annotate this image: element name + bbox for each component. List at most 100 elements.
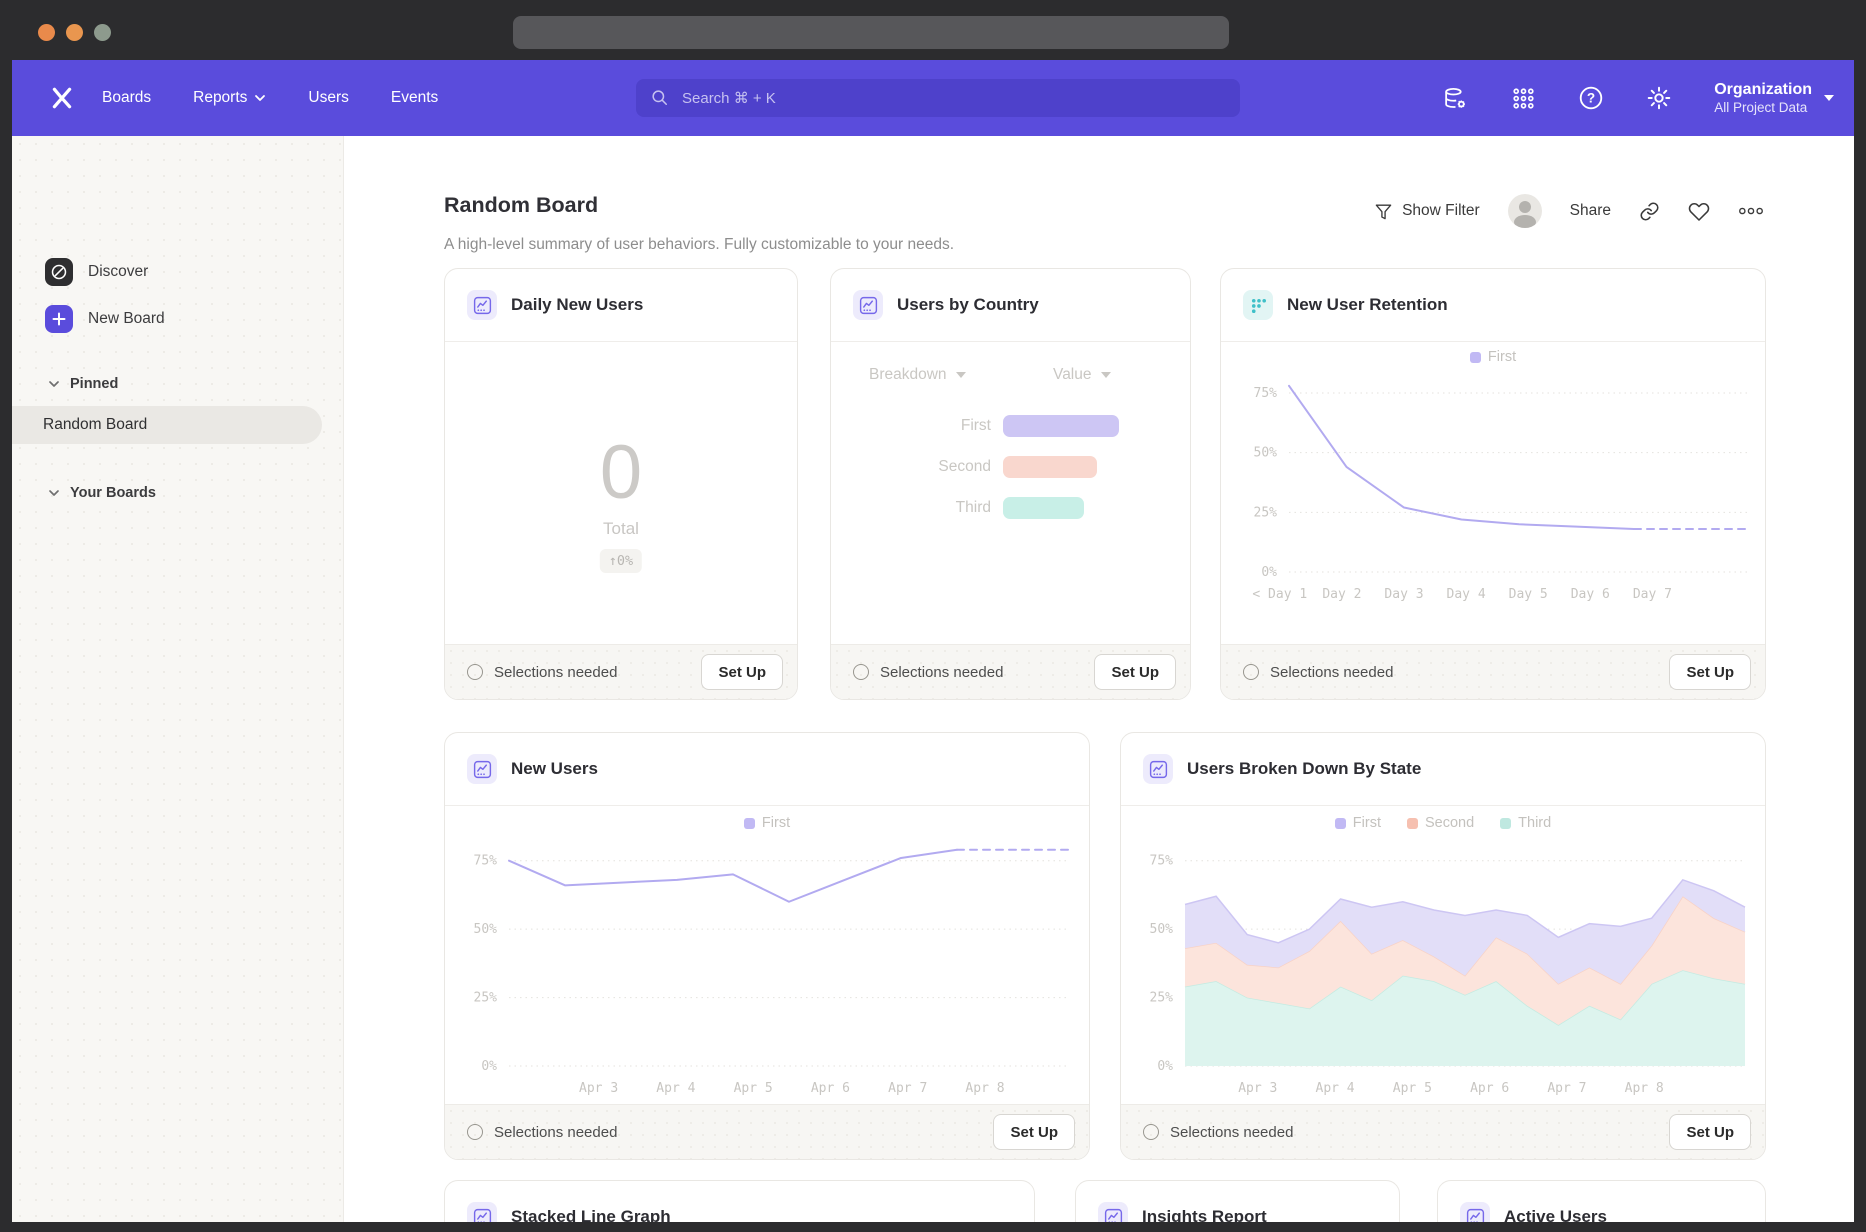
page-subtitle: A high-level summary of user behaviors. …: [444, 236, 954, 254]
nav-item-label: Boards: [102, 89, 151, 107]
global-search[interactable]: [636, 79, 1240, 117]
legend-label: Second: [1425, 815, 1474, 831]
card-title: Active Users: [1504, 1181, 1607, 1222]
svg-text:Day 6: Day 6: [1571, 587, 1610, 602]
svg-text:25%: 25%: [474, 991, 498, 1006]
data-management-icon[interactable]: [1442, 85, 1468, 111]
insights-chart-icon: [1143, 754, 1173, 784]
svg-text:Apr 6: Apr 6: [811, 1081, 850, 1096]
svg-text:0%: 0%: [481, 1059, 497, 1074]
bar-value: [1003, 456, 1097, 478]
avatar[interactable]: [1508, 194, 1542, 228]
card-title: Stacked Line Graph: [511, 1181, 671, 1222]
nav-menu: Boards Reports Users Events: [102, 60, 438, 136]
window-minimize-button[interactable]: [66, 24, 83, 41]
nav-item-reports[interactable]: Reports: [193, 89, 266, 107]
bar-row: Third: [831, 487, 1190, 528]
metric-value: 0: [445, 429, 797, 516]
window-close-button[interactable]: [38, 24, 55, 41]
nav-item-label: Reports: [193, 89, 247, 107]
apps-grid-icon[interactable]: [1510, 85, 1536, 111]
status-circle-icon: [467, 664, 483, 680]
retention-line-chart: 75%50%25%0%< Day 1Day 2Day 3Day 4Day 5Da…: [1221, 373, 1765, 646]
copy-link-button[interactable]: [1639, 201, 1660, 222]
state-stacked-area-chart: 75%50%25%0%Apr 3Apr 4Apr 5Apr 6Apr 7Apr …: [1121, 839, 1765, 1106]
sidebar-item-random-board[interactable]: Random Board: [12, 406, 322, 444]
setup-button[interactable]: Set Up: [701, 654, 783, 690]
setup-button[interactable]: Set Up: [1094, 654, 1176, 690]
organization-name: Organization: [1714, 80, 1812, 100]
chevron-down-icon: [1101, 372, 1111, 378]
legend-swatch-icon: [1500, 818, 1511, 829]
share-button[interactable]: Share: [1570, 202, 1611, 220]
legend-swatch-icon: [744, 818, 755, 829]
nav-item-events[interactable]: Events: [391, 89, 438, 107]
card-users-by-country: Users by Country Breakdown Value FirstSe…: [830, 268, 1191, 700]
nav-item-users[interactable]: Users: [308, 89, 348, 107]
sidebar-item-new-board[interactable]: New Board: [45, 305, 165, 333]
svg-text:< Day 1: < Day 1: [1252, 587, 1307, 602]
card-new-users: New Users First 75%50%25%0%Apr 3Apr 4Apr…: [444, 732, 1090, 1160]
country-bar-chart: FirstSecondThird: [831, 405, 1190, 528]
legend-swatch-icon: [1470, 352, 1481, 363]
insights-chart-icon: [467, 754, 497, 784]
svg-text:Apr 7: Apr 7: [1547, 1081, 1586, 1096]
svg-text:Apr 4: Apr 4: [656, 1081, 695, 1096]
card-title: Daily New Users: [511, 269, 643, 341]
insights-chart-icon: [467, 1202, 497, 1222]
metric-delta-badge: ↑0%: [600, 549, 642, 573]
value-dropdown[interactable]: Value: [1053, 366, 1111, 384]
svg-text:50%: 50%: [1254, 446, 1278, 461]
help-icon[interactable]: ?: [1578, 85, 1604, 111]
card-header: Users by Country: [831, 269, 1190, 342]
sidebar-section-pinned[interactable]: Pinned: [48, 376, 118, 392]
browser-address-bar[interactable]: [513, 16, 1229, 49]
svg-text:Apr 8: Apr 8: [965, 1081, 1004, 1096]
nav-item-label: Events: [391, 89, 438, 107]
sidebar-item-discover[interactable]: Discover: [45, 258, 148, 286]
svg-text:75%: 75%: [1150, 854, 1174, 869]
search-icon: [650, 88, 670, 108]
sidebar-item-label: Random Board: [43, 416, 147, 434]
bar-value: [1003, 497, 1084, 519]
more-options-button[interactable]: [1738, 206, 1764, 216]
svg-text:50%: 50%: [474, 922, 498, 937]
insights-chart-icon: [1460, 1202, 1490, 1222]
insights-chart-icon: [467, 290, 497, 320]
legend-label: First: [1488, 349, 1516, 365]
top-navigation: Boards Reports Users Events ?: [12, 60, 1854, 136]
setup-button[interactable]: Set Up: [1669, 654, 1751, 690]
card-status-text: Selections needed: [1270, 664, 1393, 681]
chevron-down-icon: [254, 92, 266, 104]
organization-switcher[interactable]: Organization All Project Data: [1714, 80, 1834, 117]
card-header: Daily New Users: [445, 269, 797, 342]
setup-button[interactable]: Set Up: [1669, 1114, 1751, 1150]
favorite-heart-button[interactable]: [1688, 200, 1710, 222]
sidebar-item-label: New Board: [88, 310, 165, 328]
search-input[interactable]: [680, 89, 1226, 108]
card-status-text: Selections needed: [1170, 1124, 1293, 1141]
setup-button[interactable]: Set Up: [993, 1114, 1075, 1150]
svg-text:Apr 5: Apr 5: [734, 1081, 773, 1096]
show-filter-label: Show Filter: [1402, 202, 1480, 220]
sidebar-section-your-boards[interactable]: Your Boards: [48, 485, 156, 501]
svg-text:Day 5: Day 5: [1509, 587, 1548, 602]
mixpanel-logo-icon[interactable]: [46, 82, 78, 114]
svg-text:75%: 75%: [474, 854, 498, 869]
window-zoom-button[interactable]: [94, 24, 111, 41]
card-status-text: Selections needed: [494, 1124, 617, 1141]
heart-icon: [1688, 200, 1710, 222]
settings-gear-icon[interactable]: [1646, 85, 1672, 111]
legend-label: First: [762, 815, 790, 831]
nav-item-boards[interactable]: Boards: [102, 89, 151, 107]
card-header: New Users: [445, 733, 1089, 806]
show-filter-button[interactable]: Show Filter: [1374, 202, 1480, 221]
card-active-users: Active Users: [1437, 1180, 1766, 1222]
ellipsis-icon: [1738, 206, 1764, 216]
plus-icon: [45, 305, 73, 333]
legend-item: Second: [1407, 815, 1474, 831]
breakdown-dropdown[interactable]: Breakdown: [869, 366, 966, 384]
new-users-line-chart: 75%50%25%0%Apr 3Apr 4Apr 5Apr 6Apr 7Apr …: [445, 839, 1089, 1106]
svg-text:Apr 8: Apr 8: [1625, 1081, 1664, 1096]
bar-category-label: Third: [831, 499, 991, 517]
